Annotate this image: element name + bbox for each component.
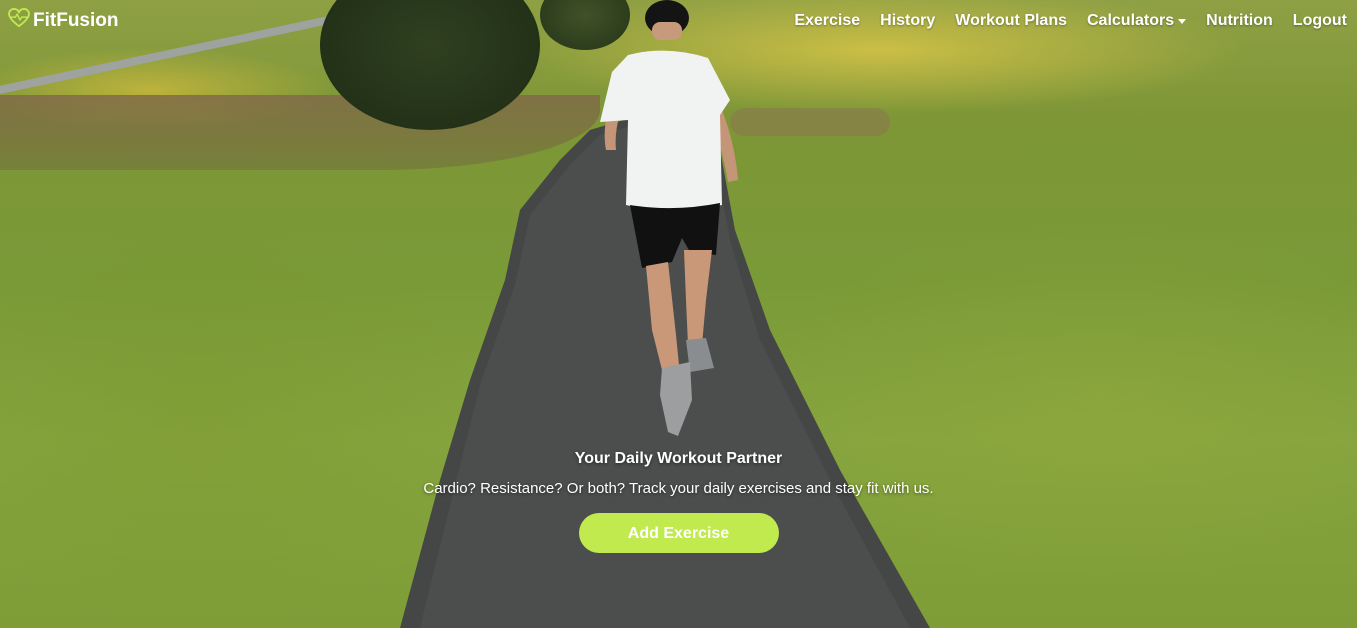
navbar: FitFusion Exercise History Workout Plans… bbox=[0, 0, 1357, 42]
add-exercise-button[interactable]: Add Exercise bbox=[578, 513, 779, 553]
hero-title: Your Daily Workout Partner bbox=[574, 450, 783, 467]
nav-links: Exercise History Workout Plans Calculato… bbox=[794, 12, 1347, 30]
hero-subtitle: Cardio? Resistance? Or both? Track your … bbox=[423, 480, 934, 497]
nav-link-history[interactable]: History bbox=[880, 12, 935, 30]
caret-down-icon bbox=[1178, 18, 1187, 24]
brand-link[interactable]: FitFusion bbox=[8, 7, 119, 34]
nav-link-logout[interactable]: Logout bbox=[1293, 12, 1347, 30]
nav-link-nutrition[interactable]: Nutrition bbox=[1206, 12, 1273, 30]
brand-name: FitFusion bbox=[33, 10, 119, 31]
nav-dropdown-calculators[interactable]: Calculators bbox=[1087, 12, 1187, 30]
heart-pulse-icon bbox=[8, 7, 30, 34]
nav-link-exercise[interactable]: Exercise bbox=[794, 12, 860, 30]
hero-content: Your Daily Workout Partner Cardio? Resis… bbox=[0, 450, 1357, 553]
hero-section: FitFusion Exercise History Workout Plans… bbox=[0, 0, 1357, 628]
nav-link-workout-plans[interactable]: Workout Plans bbox=[955, 12, 1067, 30]
nav-dropdown-calculators-label: Calculators bbox=[1087, 12, 1175, 29]
